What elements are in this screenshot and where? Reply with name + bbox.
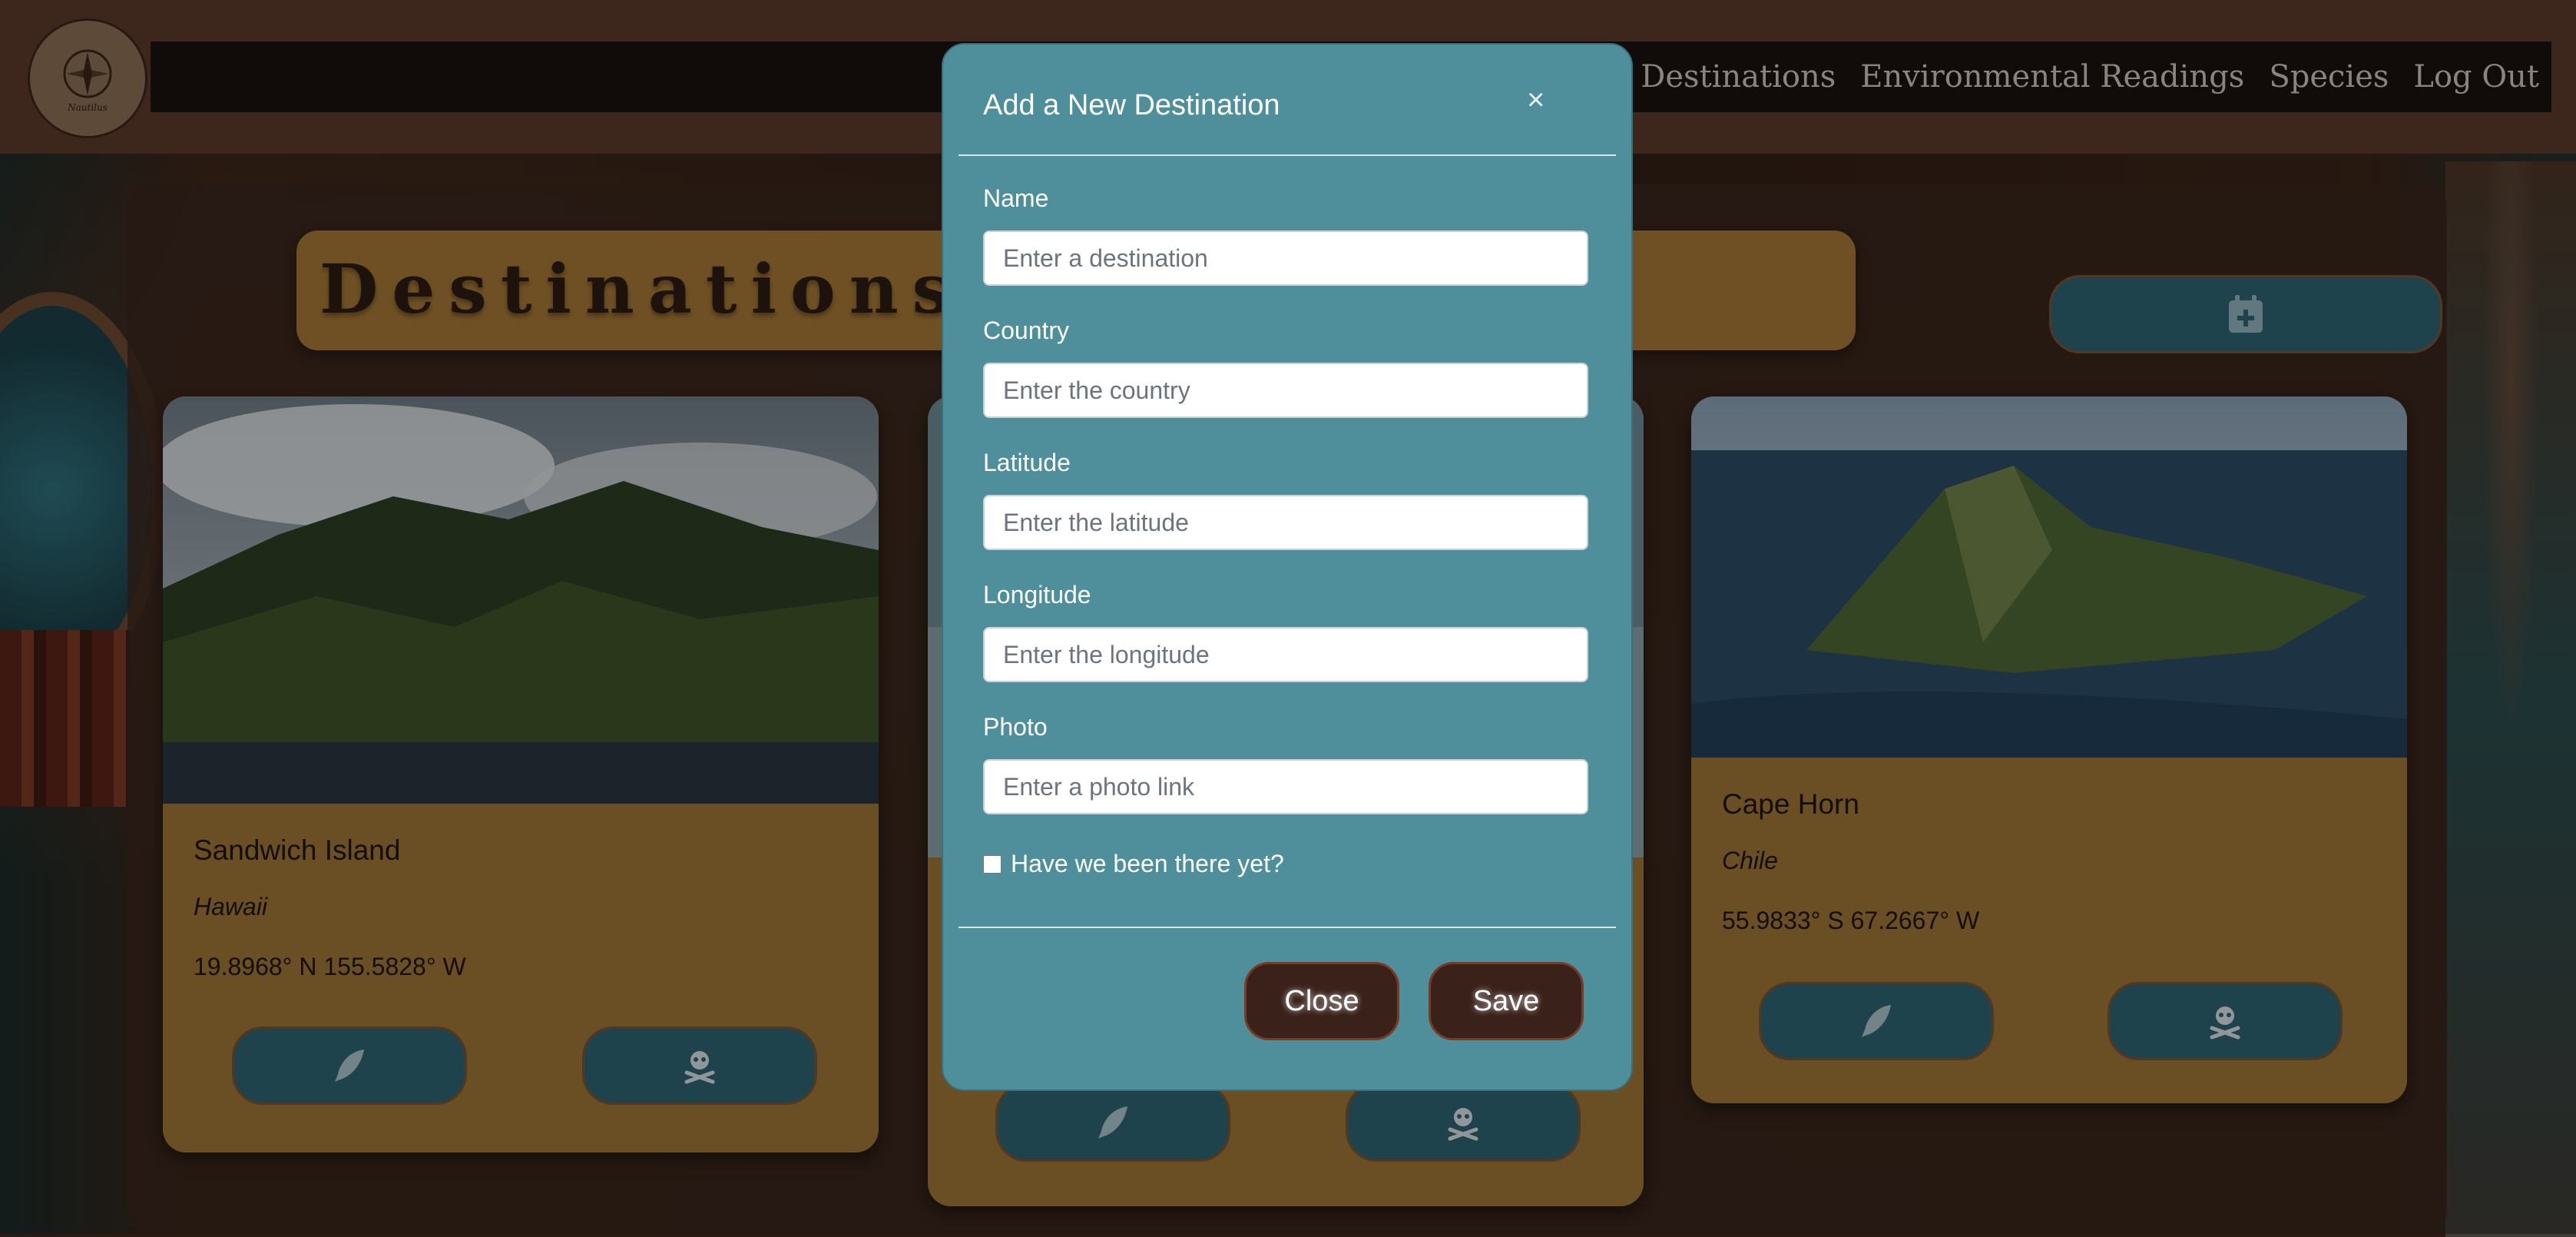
longitude-label: Longitude: [983, 581, 1091, 609]
modal-header-divider: [959, 154, 1616, 156]
add-destination-modal: Add a New Destination × Name Country Lat…: [942, 43, 1633, 1091]
visited-checkbox[interactable]: [983, 854, 1002, 874]
visited-label: Have we been there yet?: [1011, 850, 1284, 877]
longitude-input[interactable]: [983, 627, 1588, 682]
latitude-input[interactable]: [983, 495, 1588, 550]
save-button[interactable]: Save: [1429, 962, 1584, 1040]
photo-input[interactable]: [983, 759, 1588, 814]
country-label: Country: [983, 317, 1070, 344]
country-input[interactable]: [983, 363, 1588, 418]
modal-title: Add a New Destination: [983, 89, 1280, 121]
modal-footer-divider: [959, 927, 1616, 928]
close-button[interactable]: Close: [1244, 962, 1399, 1040]
name-input[interactable]: [983, 230, 1588, 286]
visited-row: Have we been there yet?: [983, 850, 1284, 878]
latitude-label: Latitude: [983, 449, 1071, 476]
photo-label: Photo: [983, 713, 1048, 741]
close-icon[interactable]: ×: [1527, 83, 1545, 118]
name-label: Name: [983, 184, 1049, 212]
